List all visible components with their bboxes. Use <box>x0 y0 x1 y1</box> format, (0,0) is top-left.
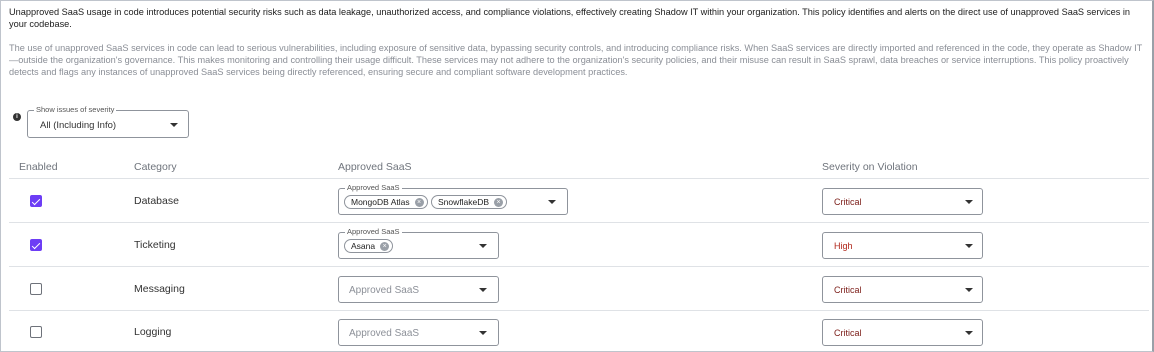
saas-chip: Asana × <box>344 239 394 253</box>
approved-saas-select[interactable]: Approved SaaS <box>338 276 499 303</box>
saas-chip: SnowflakeDB × <box>431 195 508 209</box>
severity-value: Critical <box>834 285 862 295</box>
category-label: Logging <box>134 326 172 338</box>
table-row: Messaging Approved SaaS Critical <box>9 267 1149 311</box>
table-row: Ticketing Approved SaaS Asana × High <box>9 223 1149 267</box>
table-row: Logging Approved SaaS Critical <box>9 311 1149 352</box>
chevron-down-icon <box>548 200 556 204</box>
severity-value: High <box>834 241 853 251</box>
saas-chip: MongoDB Atlas × <box>344 195 428 209</box>
header-category: Category <box>134 161 177 173</box>
chevron-down-icon <box>479 244 487 248</box>
chevron-down-icon <box>479 331 487 335</box>
approved-saas-select[interactable]: Approved SaaS <box>338 319 499 346</box>
severity-filter-legend: Show issues of severity <box>34 105 117 115</box>
header-enabled: Enabled <box>19 161 58 173</box>
chevron-down-icon <box>479 288 487 292</box>
chevron-down-icon <box>965 200 973 204</box>
severity-value: Critical <box>834 328 862 338</box>
saas-chip-label: MongoDB Atlas <box>351 197 410 207</box>
category-label: Database <box>134 195 179 207</box>
severity-select[interactable]: Critical <box>822 319 983 346</box>
severity-filter-select[interactable]: Show issues of severity All (Including I… <box>27 105 189 138</box>
enabled-checkbox[interactable] <box>30 239 42 251</box>
severity-select[interactable]: High <box>822 232 983 259</box>
approved-saas-select[interactable]: Approved SaaS Asana × <box>338 227 499 259</box>
enabled-checkbox[interactable] <box>30 283 42 295</box>
header-severity: Severity on Violation <box>822 161 918 173</box>
chevron-down-icon <box>965 288 973 292</box>
chevron-down-icon <box>965 331 973 335</box>
table-row: Database Approved SaaS MongoDB Atlas × S… <box>9 179 1149 223</box>
enabled-checkbox[interactable] <box>30 195 42 207</box>
remove-chip-icon[interactable]: × <box>494 198 504 207</box>
approved-saas-legend: Approved SaaS <box>345 227 402 237</box>
severity-select[interactable]: Critical <box>822 276 983 303</box>
saas-chip-label: SnowflakeDB <box>438 197 490 207</box>
policy-intro-text: Unapproved SaaS usage in code introduces… <box>9 7 1131 30</box>
severity-filter-value: All (Including Info) <box>40 120 117 131</box>
approved-saas-legend: Approved SaaS <box>345 183 402 193</box>
approved-saas-placeholder: Approved SaaS <box>349 328 420 339</box>
category-label: Messaging <box>134 283 185 295</box>
enabled-checkbox[interactable] <box>30 326 42 338</box>
header-approved-saas: Approved SaaS <box>338 161 412 173</box>
remove-chip-icon[interactable]: × <box>380 242 390 251</box>
chevron-down-icon <box>965 244 973 248</box>
chevron-down-icon <box>170 123 178 127</box>
table-header: Enabled Category Approved SaaS Severity … <box>9 155 1149 179</box>
remove-chip-icon[interactable]: × <box>414 198 424 207</box>
severity-select[interactable]: Critical <box>822 188 983 215</box>
approved-saas-placeholder: Approved SaaS <box>349 285 420 296</box>
policy-detail-text: The use of unapproved SaaS services in c… <box>9 43 1143 78</box>
approved-saas-select[interactable]: Approved SaaS MongoDB Atlas × SnowflakeD… <box>338 183 568 215</box>
info-icon[interactable]: i <box>13 113 21 121</box>
category-label: Ticketing <box>134 239 176 251</box>
saas-chip-label: Asana <box>351 241 376 251</box>
severity-value: Critical <box>834 197 862 207</box>
